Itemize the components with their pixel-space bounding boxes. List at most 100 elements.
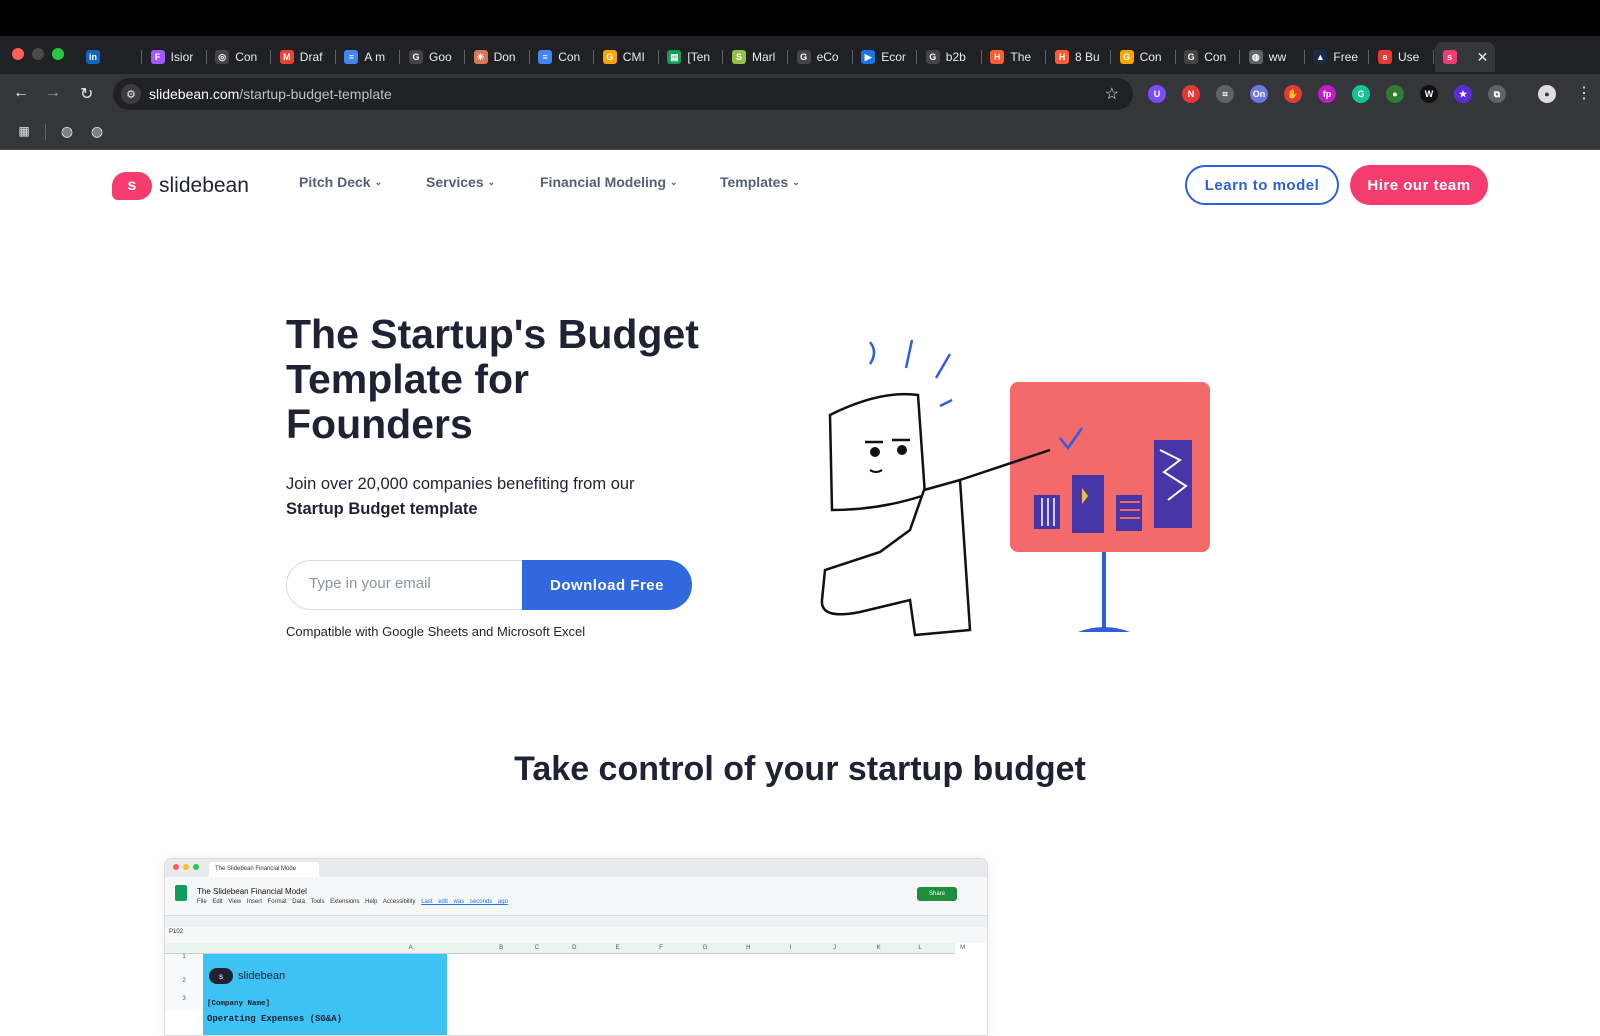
hero-subtitle-bold: Startup Budget template	[286, 500, 478, 518]
chrome-menu-icon[interactable]: ⋮	[1576, 83, 1592, 103]
top-bar	[0, 0, 1600, 36]
column-header: M	[960, 945, 966, 951]
grammarly-icon[interactable]: G	[1352, 85, 1370, 103]
url-path: /startup-budget-template	[239, 86, 392, 102]
sheet-share-button: Share	[917, 887, 957, 901]
site-info-icon[interactable]: ⚙	[121, 84, 141, 104]
tab-label: Ecor	[881, 50, 906, 64]
browser-tab[interactable]: G CMI	[595, 42, 659, 72]
hero-title: The Startup's Budget Template for Founde…	[286, 311, 699, 447]
browser-tab[interactable]: H The	[982, 42, 1047, 72]
tab-label: eCo	[816, 50, 839, 64]
extension-purple-icon[interactable]: U	[1148, 85, 1166, 103]
chatgpt-icon: ◎	[215, 50, 230, 64]
profile-avatar[interactable]: ●	[1538, 85, 1556, 103]
hubspot-icon: H	[1055, 50, 1069, 64]
column-header: J	[833, 945, 837, 951]
browser-toolbar: ← → ↻ ⚙ slidebean.com/startup-budget-tem…	[0, 74, 1600, 114]
chart-bar-2	[1072, 475, 1104, 533]
globe-icon: ◍	[1248, 50, 1263, 64]
extension-red-icon[interactable]: ✋	[1284, 85, 1302, 103]
puzzle-icon[interactable]: ⧉	[1488, 85, 1506, 103]
browser-tab[interactable]: in	[78, 42, 142, 72]
nav-services[interactable]: Services ⌄	[426, 174, 495, 190]
tab-label: [Ten	[687, 50, 711, 64]
browser-tab[interactable]: G Con	[1176, 42, 1241, 72]
forward-icon[interactable]: →	[45, 84, 61, 102]
nav-financial-modeling[interactable]: Financial Modeling ⌄	[540, 174, 678, 190]
browser-tab[interactable]: F Isior	[143, 42, 207, 72]
extension-new-icon[interactable]: N	[1182, 85, 1200, 103]
apps-grid-icon[interactable]: ▦	[16, 123, 32, 139]
extension-w-icon[interactable]: W	[1420, 85, 1438, 103]
column-header: B	[499, 945, 504, 951]
bookmark-star-icon[interactable]: ☆	[1105, 84, 1119, 104]
zoom-window-button[interactable]	[52, 48, 64, 60]
column-header: G	[702, 945, 708, 951]
tab-active[interactable]: s ✕	[1434, 42, 1495, 72]
globe-bookmark-icon[interactable]: ◍	[59, 123, 75, 139]
browser-tab[interactable]: G Goo	[401, 42, 465, 72]
sheet-toolbar	[165, 915, 987, 927]
browser-tab[interactable]: ≡ Con	[530, 42, 595, 72]
browser-tab[interactable]: ▤ [Ten	[659, 42, 724, 72]
crop-icon[interactable]: ⌗	[1216, 85, 1234, 103]
back-icon[interactable]: ←	[13, 84, 29, 102]
email-field[interactable]	[309, 575, 509, 592]
browser-tab[interactable]: ▲ Free	[1305, 42, 1370, 72]
hire-our-team-button[interactable]: Hire our team	[1350, 165, 1488, 205]
browser-tab[interactable]: ≡ A m	[336, 42, 401, 72]
tab-label: The	[1010, 50, 1032, 64]
extension-on-icon[interactable]: On	[1250, 85, 1268, 103]
close-window-button[interactable]	[12, 48, 24, 60]
slidebean-logo[interactable]: s slidebean	[112, 172, 249, 200]
minimize-window-button[interactable]	[32, 48, 44, 60]
slidebean-icon: s	[1442, 50, 1457, 64]
browser-tab[interactable]: ▶ Ecor	[853, 42, 918, 72]
character-eye	[870, 447, 880, 457]
browser-tab[interactable]: Gb2b	[918, 42, 982, 72]
learn-to-model-button[interactable]: Learn to model	[1185, 165, 1339, 205]
browser-tab[interactable]: M Draf	[272, 42, 336, 72]
chevron-down-icon: ⌄	[792, 176, 800, 187]
download-free-button[interactable]: Download Free	[522, 560, 692, 610]
nav-pitch-deck[interactable]: Pitch Deck ⌄	[299, 174, 382, 190]
globe-bookmark-icon[interactable]: ◍	[89, 123, 105, 139]
extension-fp-icon[interactable]: fp	[1318, 85, 1336, 103]
sheet-menu: File Edit View Insert Format Data Tools …	[197, 899, 508, 905]
hero-subtitle-text: Join over 20,000 companies benefiting fr…	[286, 475, 635, 493]
hubspot-icon: H	[990, 50, 1005, 64]
play-icon: ▶	[861, 50, 876, 64]
column-header: C	[534, 945, 540, 951]
browser-tab[interactable]: e Use	[1370, 42, 1434, 72]
tab-label: 8 Bu	[1075, 50, 1100, 64]
nav-label: Templates	[720, 174, 789, 190]
tab-label: ww	[1268, 50, 1287, 64]
browser-tab[interactable]: ✳ Don	[466, 42, 530, 72]
column-header: F	[659, 945, 663, 951]
section-title: Take control of your startup budget	[514, 750, 1086, 788]
browser-tab[interactable]: GeCo	[789, 42, 853, 72]
browser-tab[interactable]: ◍ ww	[1241, 42, 1305, 72]
browser-tab[interactable]: S Marl	[724, 42, 788, 72]
address-bar[interactable]: ⚙ slidebean.com/startup-budget-template …	[113, 78, 1133, 110]
column-header: E	[615, 945, 620, 951]
sheets-icon	[175, 885, 187, 901]
browser-tab[interactable]: G Con	[1112, 42, 1176, 72]
slidebean-logo-mark: s	[112, 172, 152, 200]
reload-icon[interactable]: ↻	[80, 84, 93, 104]
operating-expenses-cell: Operating Expenses (SG&A)	[207, 1014, 343, 1024]
browser-tab[interactable]: H 8 Bu	[1047, 42, 1111, 72]
browser-tab[interactable]: ◎ Con	[207, 42, 272, 72]
url-text[interactable]: slidebean.com/startup-budget-template	[149, 86, 392, 102]
extension-green-icon[interactable]: ●	[1386, 85, 1404, 103]
tab-label: Free	[1333, 50, 1359, 64]
cmi-icon: G	[602, 50, 617, 64]
bookmark-divider	[45, 124, 46, 140]
column-headers: A B C D E F G H I J K L M	[165, 943, 965, 954]
dark-icon: ▲	[1313, 50, 1328, 64]
extension-star-icon[interactable]: ★	[1454, 85, 1472, 103]
chevron-down-icon: ⌄	[487, 176, 496, 187]
nav-templates[interactable]: Templates ⌄	[720, 174, 800, 190]
close-tab-icon[interactable]: ✕	[1477, 49, 1489, 66]
